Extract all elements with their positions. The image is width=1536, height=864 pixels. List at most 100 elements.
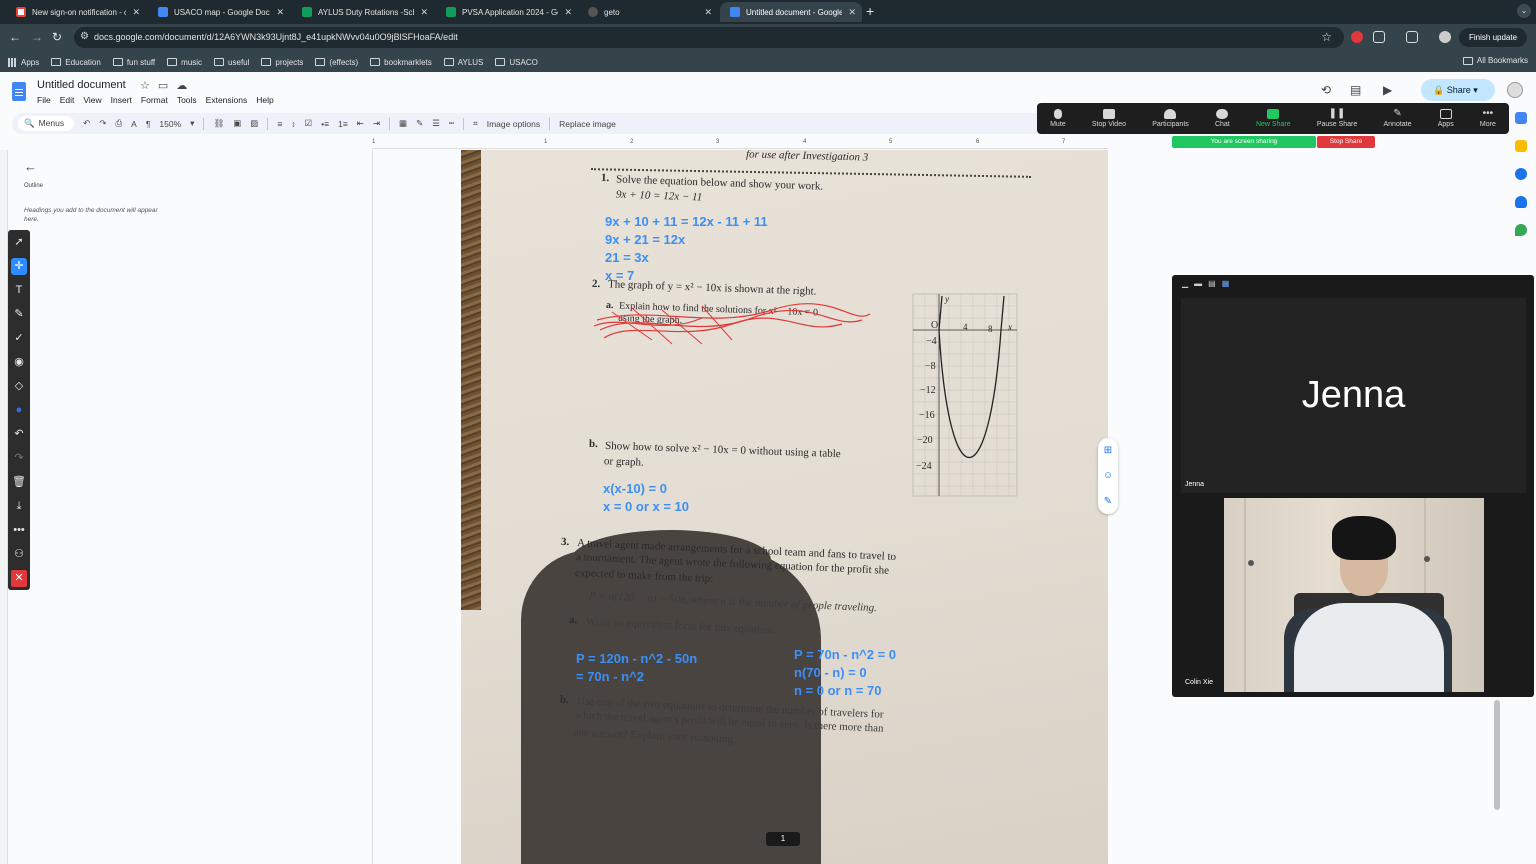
menu-view[interactable]: View: [83, 95, 101, 105]
participant-video-tile[interactable]: [1224, 498, 1484, 692]
save-download-icon[interactable]: ⤓: [11, 498, 27, 515]
comments-icon[interactable]: ▤: [1350, 83, 1361, 97]
bookmark-folder[interactable]: music: [167, 58, 202, 67]
close-icon[interactable]: ✕: [132, 7, 140, 18]
browser-tab[interactable]: AYLUS Duty Rotations -Sche ✕: [292, 2, 434, 22]
close-icon[interactable]: ✕: [11, 570, 27, 587]
tab-search-icon[interactable]: ⌄: [1517, 4, 1531, 18]
bookmark-folder[interactable]: USACO: [495, 58, 538, 67]
bookmark-folder[interactable]: (effects): [315, 58, 358, 67]
participants-annotate-icon[interactable]: ⚇: [11, 546, 27, 563]
image-options-button[interactable]: Image options: [487, 119, 540, 129]
bookmark-folder[interactable]: Education: [51, 58, 101, 67]
calendar-icon[interactable]: [1515, 112, 1527, 124]
bookmark-folder[interactable]: projects: [261, 58, 303, 67]
back-icon[interactable]: ←: [9, 30, 21, 44]
eraser-icon[interactable]: ◇: [11, 378, 27, 395]
border-dash-icon[interactable]: ┅: [449, 118, 454, 129]
new-share-button[interactable]: New Share: [1256, 109, 1291, 128]
line-spacing-icon[interactable]: ↕: [291, 119, 295, 129]
share-button[interactable]: 🔒 Share ▾: [1421, 79, 1495, 101]
browser-tab[interactable]: geto ✕: [578, 2, 718, 22]
apps-button[interactable]: Apps: [1438, 109, 1454, 128]
extensions-puzzle-icon[interactable]: [1373, 31, 1385, 43]
minimize-icon[interactable]: ▁: [1182, 279, 1188, 288]
paint-format-icon[interactable]: ¶: [146, 119, 151, 129]
star-icon[interactable]: ☆: [140, 79, 150, 92]
insert-image-icon[interactable]: ▨: [250, 118, 258, 129]
gallery-view-icon[interactable]: ▦: [1222, 279, 1230, 288]
hide-video-icon[interactable]: ▬: [1194, 279, 1202, 288]
side-panel-icon[interactable]: [1406, 31, 1418, 43]
bookmark-folder[interactable]: useful: [214, 58, 249, 67]
menu-insert[interactable]: Insert: [111, 95, 132, 105]
close-icon[interactable]: ✕: [276, 7, 284, 18]
close-icon[interactable]: ✕: [848, 7, 856, 18]
crop-icon[interactable]: ⌗: [473, 118, 478, 129]
suggest-edits-icon[interactable]: ✎: [1104, 496, 1112, 507]
numbered-list-icon[interactable]: 1≡: [338, 119, 348, 129]
stamp-check-icon[interactable]: ✓: [11, 330, 27, 347]
mute-button[interactable]: Mute: [1050, 109, 1066, 128]
stop-video-button[interactable]: Stop Video: [1092, 109, 1126, 128]
redo-icon[interactable]: ↷: [99, 118, 106, 129]
more-dots-icon[interactable]: •••: [11, 522, 27, 539]
browser-tab-active[interactable]: Untitled document - Google D ✕: [720, 2, 862, 22]
close-icon[interactable]: ✕: [564, 7, 572, 18]
user-avatar[interactable]: [1507, 82, 1523, 98]
bookmark-folder[interactable]: AYLUS: [443, 58, 483, 67]
reload-icon[interactable]: ↻: [52, 30, 62, 44]
border-weight-icon[interactable]: ☰: [432, 118, 440, 129]
bookmark-folder[interactable]: bookmarklets: [370, 58, 432, 67]
chevron-down-icon[interactable]: ▾: [190, 118, 194, 129]
menu-format[interactable]: Format: [141, 95, 168, 105]
profile-avatar-icon[interactable]: [1439, 31, 1451, 43]
annotate-button[interactable]: ✎ Annotate: [1384, 109, 1412, 129]
crosshair-icon[interactable]: ✛: [11, 258, 27, 275]
participant-tile[interactable]: Jenna Jenna: [1181, 298, 1526, 493]
speaker-view-icon[interactable]: ▤: [1208, 279, 1216, 288]
border-color-icon[interactable]: ▦: [399, 118, 407, 129]
new-tab-icon[interactable]: +: [866, 3, 874, 19]
link-icon[interactable]: ⛓: [213, 118, 224, 129]
undo-icon[interactable]: ↶: [83, 118, 90, 129]
meet-icon[interactable]: ▶: [1383, 83, 1392, 97]
scrollbar[interactable]: [1494, 700, 1500, 810]
redo-icon[interactable]: ↷: [11, 450, 27, 467]
menu-help[interactable]: Help: [256, 95, 273, 105]
vertical-ruler[interactable]: [0, 150, 8, 864]
move-folder-icon[interactable]: ▭: [158, 79, 168, 92]
close-icon[interactable]: ✕: [420, 7, 428, 18]
trash-icon[interactable]: 🗑: [11, 474, 27, 491]
participants-button[interactable]: Participants: [1152, 109, 1189, 128]
address-bar[interactable]: ⚙ docs.google.com/document/d/12A6YWN3k93…: [74, 27, 1344, 48]
version-history-icon[interactable]: ⟲: [1321, 83, 1331, 97]
pause-share-button[interactable]: ❚❚ Pause Share: [1317, 109, 1357, 129]
bookmark-star-icon[interactable]: ☆: [1321, 30, 1332, 44]
close-icon[interactable]: ✕: [704, 7, 712, 18]
replace-image-button[interactable]: Replace image: [559, 119, 616, 129]
text-tool-icon[interactable]: T: [11, 282, 27, 299]
spotlight-icon[interactable]: ◉: [11, 354, 27, 371]
worksheet-image[interactable]: for use after Investigation 3 1. Solve t…: [461, 150, 1108, 864]
browser-tab[interactable]: PVSA Application 2024 - Goo ✕: [436, 2, 578, 22]
undo-icon[interactable]: ↶: [11, 426, 27, 443]
pen-icon[interactable]: ✎: [11, 306, 27, 323]
menus-search[interactable]: 🔍 Menus: [18, 116, 75, 131]
align-icon[interactable]: ≡: [277, 119, 282, 129]
zoom-video-panel[interactable]: ▁ ▬ ▤ ▦ Jenna Jenna Colin Xie: [1172, 275, 1534, 697]
browser-tab[interactable]: New sign-on notification - co ✕: [6, 2, 146, 22]
keep-icon[interactable]: [1515, 140, 1527, 152]
increase-indent-icon[interactable]: ⇥: [373, 118, 380, 129]
add-comment-icon[interactable]: ⊞: [1104, 445, 1112, 456]
select-arrow-icon[interactable]: ➚: [11, 234, 27, 251]
extension-icon[interactable]: [1351, 31, 1363, 43]
bookmark-folder[interactable]: fun stuff: [112, 58, 155, 67]
contacts-icon[interactable]: [1515, 196, 1527, 208]
menu-extensions[interactable]: Extensions: [206, 95, 248, 105]
forward-icon[interactable]: →: [31, 30, 43, 44]
zoom-select[interactable]: 150%: [159, 119, 181, 129]
emoji-reaction-icon[interactable]: ☺: [1103, 470, 1113, 481]
menu-edit[interactable]: Edit: [60, 95, 75, 105]
decrease-indent-icon[interactable]: ⇤: [357, 118, 364, 129]
